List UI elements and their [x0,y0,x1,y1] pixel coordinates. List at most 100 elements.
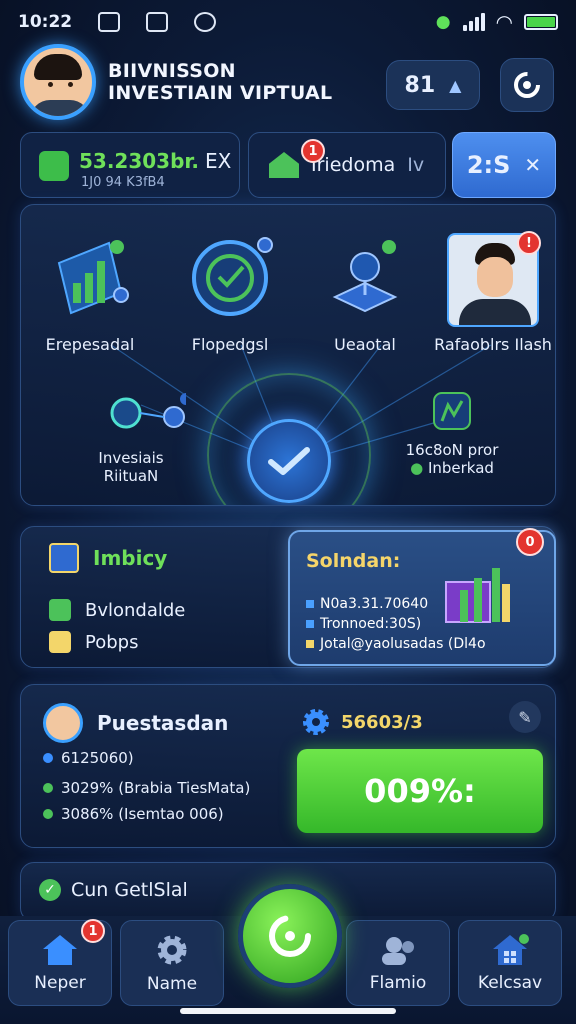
tab-neper[interactable]: Neper 1 [8,919,112,1006]
gear-icon [157,935,187,965]
big-progress-button[interactable]: 009%: [297,749,543,833]
hub-item-profile[interactable]: ! Rafaoblrs Ilash [431,231,555,354]
tab-label: Kelcsav [477,973,543,993]
tab-kelcsav[interactable]: Kelcsav [458,920,562,1006]
hub-item-label: Flopedgsl [191,335,269,354]
progress-line: 3086% (Isemtao 006) [43,805,224,823]
close-icon[interactable]: ✕ [524,153,541,177]
gear-icon [303,709,329,735]
house-icon [269,152,299,178]
hub-item-erepesadal[interactable]: Erepesadal [31,233,149,354]
header-pill-value: 81 [404,72,436,98]
hub-panel: Erepesadal Flopedgsl Ueaotal ! Rafaoblrs… [20,204,556,506]
hub-item-label: Erepesadal [45,335,135,354]
feature-row[interactable]: Bvlondalde [49,599,185,621]
summary-line-text: Jotal@yaolusadas (Dl4o [320,636,486,652]
user-icon: ▲ [449,75,462,95]
inberkad-label-line2-row: ● Inberkad [410,459,494,477]
highlight-stat-button[interactable]: 2:S ✕ [452,132,556,198]
hub-item-ueaotal[interactable]: Ueaotal [313,233,417,354]
status-bar: 10:22 ● ◠ [0,0,576,44]
profile-avatar[interactable] [20,44,96,120]
refresh-gear-icon [514,72,540,98]
summary-badge: 0 [516,528,544,556]
tab-flamio[interactable]: Flamio [346,920,450,1006]
summary-line: Tronnoed:30S) [306,616,421,632]
tab-label: Name [146,974,198,994]
features-heading-row: Imbicy [49,543,167,573]
tab-label: Neper [34,973,86,993]
balance-card[interactable]: 53.2303br. EX 1J0 94 K3fB4 [20,132,240,198]
summary-line: N0a3.31.70640 [306,596,428,612]
image-notification-icon [98,12,121,32]
summary-line: Jotal@yaolusadas (Dl4o [306,636,486,652]
balance-unit: EX [205,149,232,173]
green-dot-icon [43,783,53,793]
investment-label-line2: RiituaN [103,467,159,485]
feature-label: Bvlondalde [85,599,186,621]
wifi-icon: ◠ [496,10,512,34]
check-circle-icon: ✓ [39,879,61,901]
progress-line: 3029% (Brabia TiesMata) [43,779,250,797]
shield-gear-icon [49,543,79,573]
checkmark-icon [268,447,310,475]
progress-title: Puestasdan [97,711,229,735]
green-check-square-icon [49,599,71,621]
balance-amount: 53.2303br. [79,149,200,173]
balance-value: 53.2303br. EX [79,149,231,173]
edit-button[interactable]: ✎ [509,701,541,733]
summary-line-text: Tronnoed:30S) [320,616,422,632]
hub-item-label: Rafaoblrs Ilash [434,335,552,354]
progress-line: 6125060) [43,749,134,767]
green-dot-icon [43,809,53,819]
progress-gear-value: 56603/3 [301,707,423,737]
checklist-item-label: Cun GetlSlal [71,879,188,901]
summary-line-text: N0a3.31.70640 [320,596,429,612]
mid-badge: 1 [301,139,325,163]
tab-label: Flamio [369,973,427,993]
highlight-value: 2:S [466,151,511,179]
user-avatar-icon [43,703,83,743]
battery-icon [524,14,558,30]
gold-coin-square-icon [49,631,71,653]
mid-stat-card[interactable]: 1 Iriedoma Iv [248,132,446,198]
feature-row[interactable]: Pobps [49,631,138,653]
investment-label-line1: Invesiais [98,449,164,467]
map-pin-platform-icon [332,240,398,313]
hub-item-flopedgsl[interactable]: Flopedgsl [171,233,289,354]
mid-stat-suffix: Iv [407,154,425,176]
summary-title: Solndan: [306,550,401,572]
home-indicator[interactable] [180,1008,396,1014]
inberkad-label-line1: 16c8oN pror [405,441,499,459]
house-grid-icon [493,934,529,965]
home-icon [43,935,77,965]
hub-item-label: Ueaotal [334,335,396,354]
features-heading: Imbicy [93,546,168,570]
summary-card[interactable]: Solndan: 0 N0a3.31.70640 Tronnoed:30S) J… [288,528,556,666]
tab-name[interactable]: Name [120,920,224,1006]
progress-panel: Puestasdan 56603/3 ✎ 6125060) 3029% (Bra… [20,684,556,848]
hub-item-inberkad[interactable]: 16c8oN pror ● Inberkad [387,389,517,477]
stacked-bar-chart-icon [445,568,510,623]
chart-card-icon [433,392,471,430]
progress-line-text: 6125060) [61,749,134,767]
signal-icon [462,13,485,31]
progress-line-text: 3086% (Isemtao 006) [61,805,224,823]
location-notification-icon [194,12,217,32]
shield-notification-icon [146,12,169,32]
center-action-button[interactable] [238,884,342,988]
refresh-icon [269,915,311,957]
feature-label: Pobps [85,631,139,653]
hub-item-investment[interactable]: Invesiais RiituaN [61,391,201,485]
header-pill-button[interactable]: 81 ▲ [386,60,480,110]
checklist-item[interactable]: ✓ Cun GetlSlal [39,879,188,901]
hub-check-button[interactable] [247,419,331,503]
network-nodes-icon [110,393,192,429]
bar-chart-icon [57,240,129,315]
app-title: BIIVNISSON INVESTIAIN VIPTUAL [108,60,332,104]
wallet-icon [39,151,69,181]
progress-gear-text: 56603/3 [341,711,423,733]
settings-button[interactable] [500,58,554,112]
blue-dot-icon [43,753,53,763]
tab-badge: 1 [81,919,105,943]
